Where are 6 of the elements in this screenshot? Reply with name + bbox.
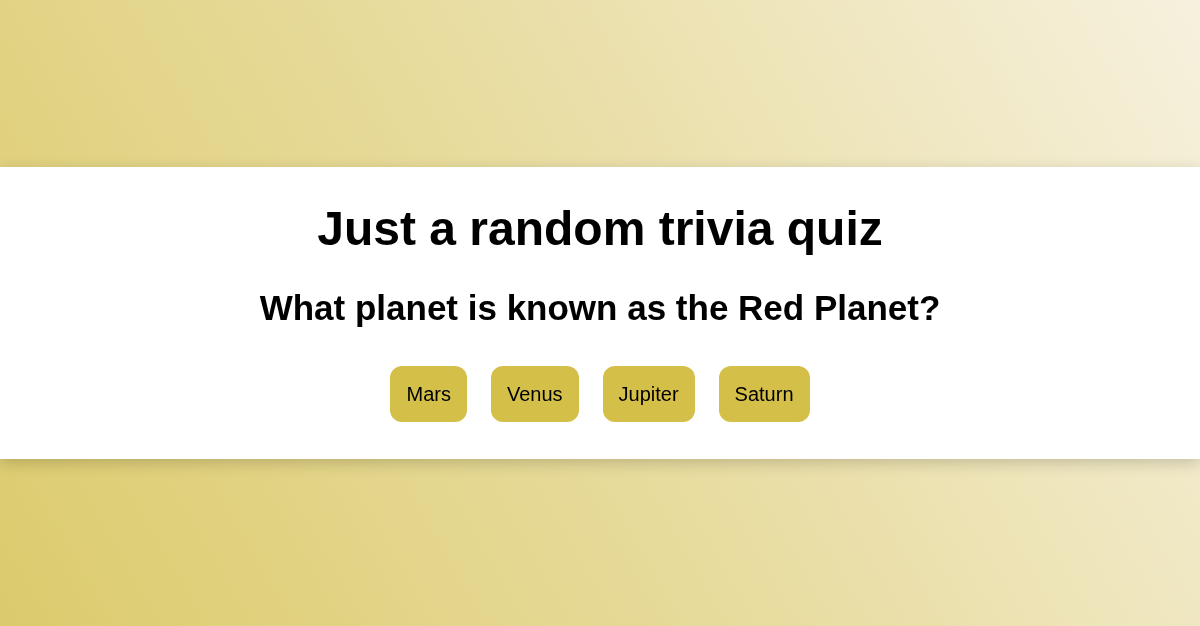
quiz-title: Just a random trivia quiz	[317, 201, 883, 256]
answer-button[interactable]: Venus	[490, 366, 579, 422]
answer-button[interactable]: Saturn	[718, 366, 810, 422]
question-text: What planet is known as the Red Planet?	[259, 288, 941, 328]
answer-button[interactable]: Mars	[390, 366, 467, 422]
answer-button[interactable]: Jupiter	[602, 366, 695, 422]
